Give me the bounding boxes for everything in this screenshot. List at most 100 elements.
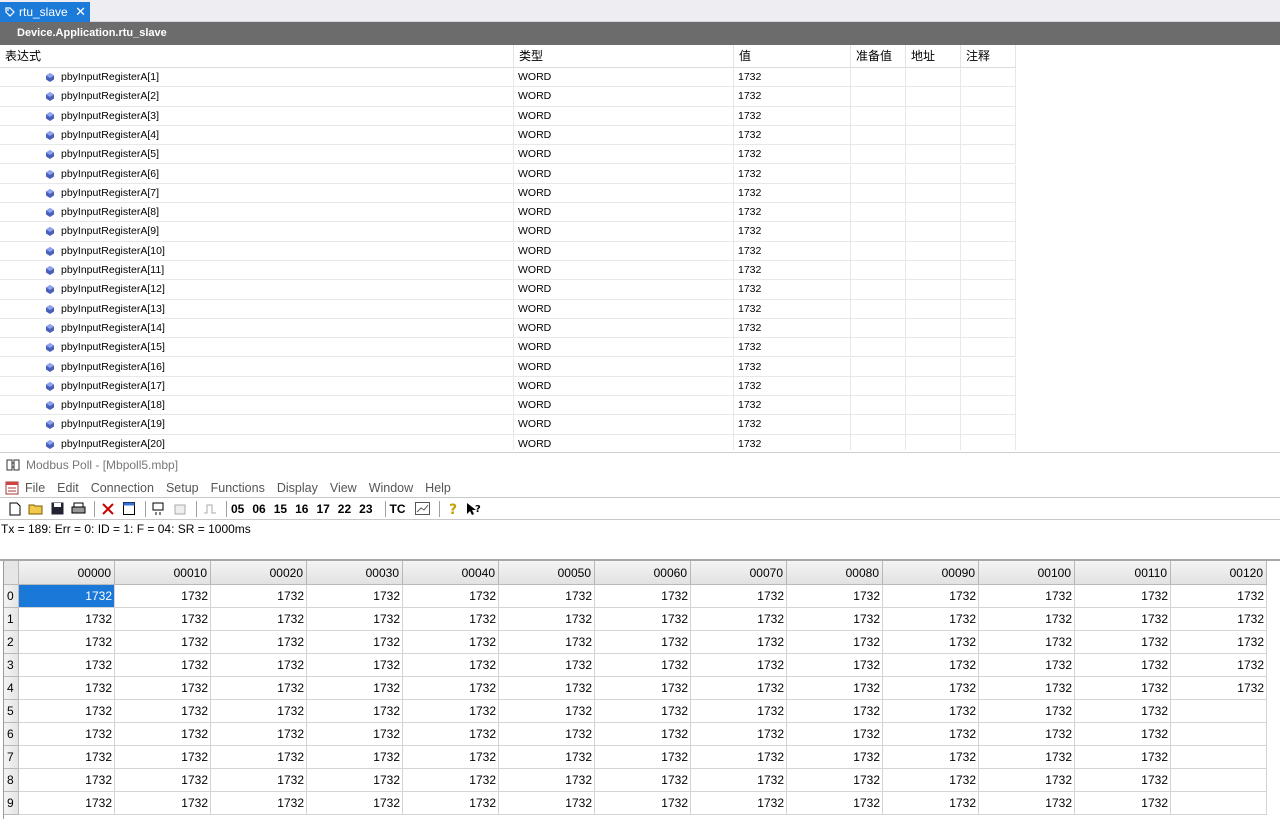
chart-icon[interactable] xyxy=(414,500,432,518)
register-cell[interactable]: 1732 xyxy=(595,792,691,815)
watch-row[interactable]: pbyInputRegisterA[18] WORD 1732 xyxy=(0,396,1016,416)
register-cell[interactable]: 1732 xyxy=(883,677,979,700)
register-cell[interactable]: 1732 xyxy=(403,700,499,723)
register-cell[interactable]: 1732 xyxy=(211,677,307,700)
expression-cell[interactable]: pbyInputRegisterA[13] xyxy=(0,299,514,319)
prepared-value-cell[interactable] xyxy=(851,183,906,203)
prepared-value-cell[interactable] xyxy=(851,299,906,319)
function-06-button[interactable]: 06 xyxy=(252,502,265,516)
column-header[interactable]: 00000 xyxy=(19,561,115,585)
expression-cell[interactable]: pbyInputRegisterA[7] xyxy=(0,183,514,203)
register-cell[interactable]: 1732 xyxy=(979,723,1075,746)
function-17-button[interactable]: 17 xyxy=(316,502,329,516)
register-cell[interactable]: 1732 xyxy=(979,654,1075,677)
register-cell[interactable]: 1732 xyxy=(115,700,211,723)
register-cell[interactable]: 1732 xyxy=(403,631,499,654)
expression-cell[interactable]: pbyInputRegisterA[4] xyxy=(0,125,514,145)
watch-row[interactable]: pbyInputRegisterA[14] WORD 1732 xyxy=(0,318,1016,339)
register-cell[interactable]: 1732 xyxy=(307,769,403,792)
register-cell[interactable]: 1732 xyxy=(691,769,787,792)
menu-setup[interactable]: Setup xyxy=(166,481,199,495)
register-cell[interactable]: 1732 xyxy=(211,769,307,792)
register-cell[interactable]: 1732 xyxy=(211,700,307,723)
register-cell[interactable]: 1732 xyxy=(1075,677,1171,700)
watch-row[interactable]: pbyInputRegisterA[5] WORD 1732 xyxy=(0,145,1016,165)
register-cell[interactable] xyxy=(1171,723,1267,746)
expression-cell[interactable]: pbyInputRegisterA[12] xyxy=(0,280,514,300)
watch-row[interactable]: pbyInputRegisterA[11] WORD 1732 xyxy=(0,261,1016,281)
expression-cell[interactable]: pbyInputRegisterA[9] xyxy=(0,222,514,242)
prepared-value-cell[interactable] xyxy=(851,203,906,223)
watch-row[interactable]: pbyInputRegisterA[9] WORD 1732 xyxy=(0,222,1016,242)
register-cell[interactable]: 1732 xyxy=(691,723,787,746)
help-icon[interactable]: ? xyxy=(444,500,462,518)
register-cell[interactable]: 1732 xyxy=(307,654,403,677)
register-cell[interactable]: 1732 xyxy=(19,608,115,631)
function-22-button[interactable]: 22 xyxy=(338,502,351,516)
register-cell[interactable] xyxy=(1171,700,1267,723)
register-cell[interactable]: 1732 xyxy=(883,608,979,631)
watch-row[interactable]: pbyInputRegisterA[2] WORD 1732 xyxy=(0,87,1016,107)
row-header[interactable]: 5 xyxy=(4,700,19,723)
register-cell[interactable]: 1732 xyxy=(115,723,211,746)
watch-row[interactable]: pbyInputRegisterA[6] WORD 1732 xyxy=(0,164,1016,184)
value-cell[interactable]: 1732 xyxy=(734,125,851,145)
watch-row[interactable]: pbyInputRegisterA[19] WORD 1732 xyxy=(0,415,1016,435)
register-cell[interactable]: 1732 xyxy=(115,746,211,769)
column-header[interactable]: 00030 xyxy=(307,561,403,585)
watch-row[interactable]: pbyInputRegisterA[17] WORD 1732 xyxy=(0,376,1016,397)
expression-cell[interactable]: pbyInputRegisterA[6] xyxy=(0,164,514,184)
register-cell[interactable]: 1732 xyxy=(115,654,211,677)
save-icon[interactable] xyxy=(48,500,66,518)
register-cell[interactable]: 1732 xyxy=(691,792,787,815)
register-cell[interactable]: 1732 xyxy=(499,769,595,792)
read-write-icon[interactable] xyxy=(150,500,168,518)
register-cell[interactable]: 1732 xyxy=(979,746,1075,769)
register-cell[interactable]: 1732 xyxy=(787,631,883,654)
value-cell[interactable]: 1732 xyxy=(734,338,851,358)
value-cell[interactable]: 1732 xyxy=(734,396,851,416)
close-icon[interactable]: ✕ xyxy=(75,4,86,20)
value-cell[interactable]: 1732 xyxy=(734,280,851,300)
register-cell[interactable]: 1732 xyxy=(307,677,403,700)
header-type[interactable]: 类型 xyxy=(514,45,734,68)
register-cell[interactable]: 1732 xyxy=(691,608,787,631)
register-cell[interactable]: 1732 xyxy=(211,608,307,631)
menu-view[interactable]: View xyxy=(330,481,357,495)
register-cell[interactable]: 1732 xyxy=(403,723,499,746)
register-cell[interactable]: 1732 xyxy=(979,700,1075,723)
watch-row[interactable]: pbyInputRegisterA[7] WORD 1732 xyxy=(0,183,1016,204)
register-cell[interactable]: 1732 xyxy=(115,631,211,654)
prepared-value-cell[interactable] xyxy=(851,415,906,435)
expression-cell[interactable]: pbyInputRegisterA[16] xyxy=(0,357,514,377)
watch-row[interactable]: pbyInputRegisterA[15] WORD 1732 xyxy=(0,338,1016,358)
value-cell[interactable]: 1732 xyxy=(734,434,851,450)
expression-cell[interactable]: pbyInputRegisterA[19] xyxy=(0,415,514,435)
register-cell[interactable]: 1732 xyxy=(307,585,403,608)
row-header[interactable]: 8 xyxy=(4,769,19,792)
window-icon[interactable] xyxy=(120,500,138,518)
column-header[interactable]: 00020 xyxy=(211,561,307,585)
value-cell[interactable]: 1732 xyxy=(734,299,851,319)
menu-edit[interactable]: Edit xyxy=(57,481,79,495)
menu-file[interactable]: File xyxy=(25,481,45,495)
register-cell[interactable]: 1732 xyxy=(307,700,403,723)
register-cell[interactable]: 1732 xyxy=(19,654,115,677)
row-header[interactable]: 1 xyxy=(4,608,19,631)
register-cell[interactable]: 1732 xyxy=(211,746,307,769)
column-header[interactable]: 00060 xyxy=(595,561,691,585)
register-cell[interactable]: 1732 xyxy=(211,723,307,746)
register-cell[interactable]: 1732 xyxy=(691,654,787,677)
register-cell[interactable]: 1732 xyxy=(19,746,115,769)
prepared-value-cell[interactable] xyxy=(851,280,906,300)
value-cell[interactable]: 1732 xyxy=(734,222,851,242)
expression-cell[interactable]: pbyInputRegisterA[3] xyxy=(0,106,514,126)
register-cell[interactable]: 1732 xyxy=(211,792,307,815)
delete-icon[interactable] xyxy=(99,500,117,518)
register-cell[interactable]: 1732 xyxy=(787,585,883,608)
expression-cell[interactable]: pbyInputRegisterA[17] xyxy=(0,376,514,396)
register-cell[interactable]: 1732 xyxy=(979,677,1075,700)
register-cell[interactable]: 1732 xyxy=(883,746,979,769)
menu-window[interactable]: Window xyxy=(369,481,413,495)
value-cell[interactable]: 1732 xyxy=(734,183,851,203)
